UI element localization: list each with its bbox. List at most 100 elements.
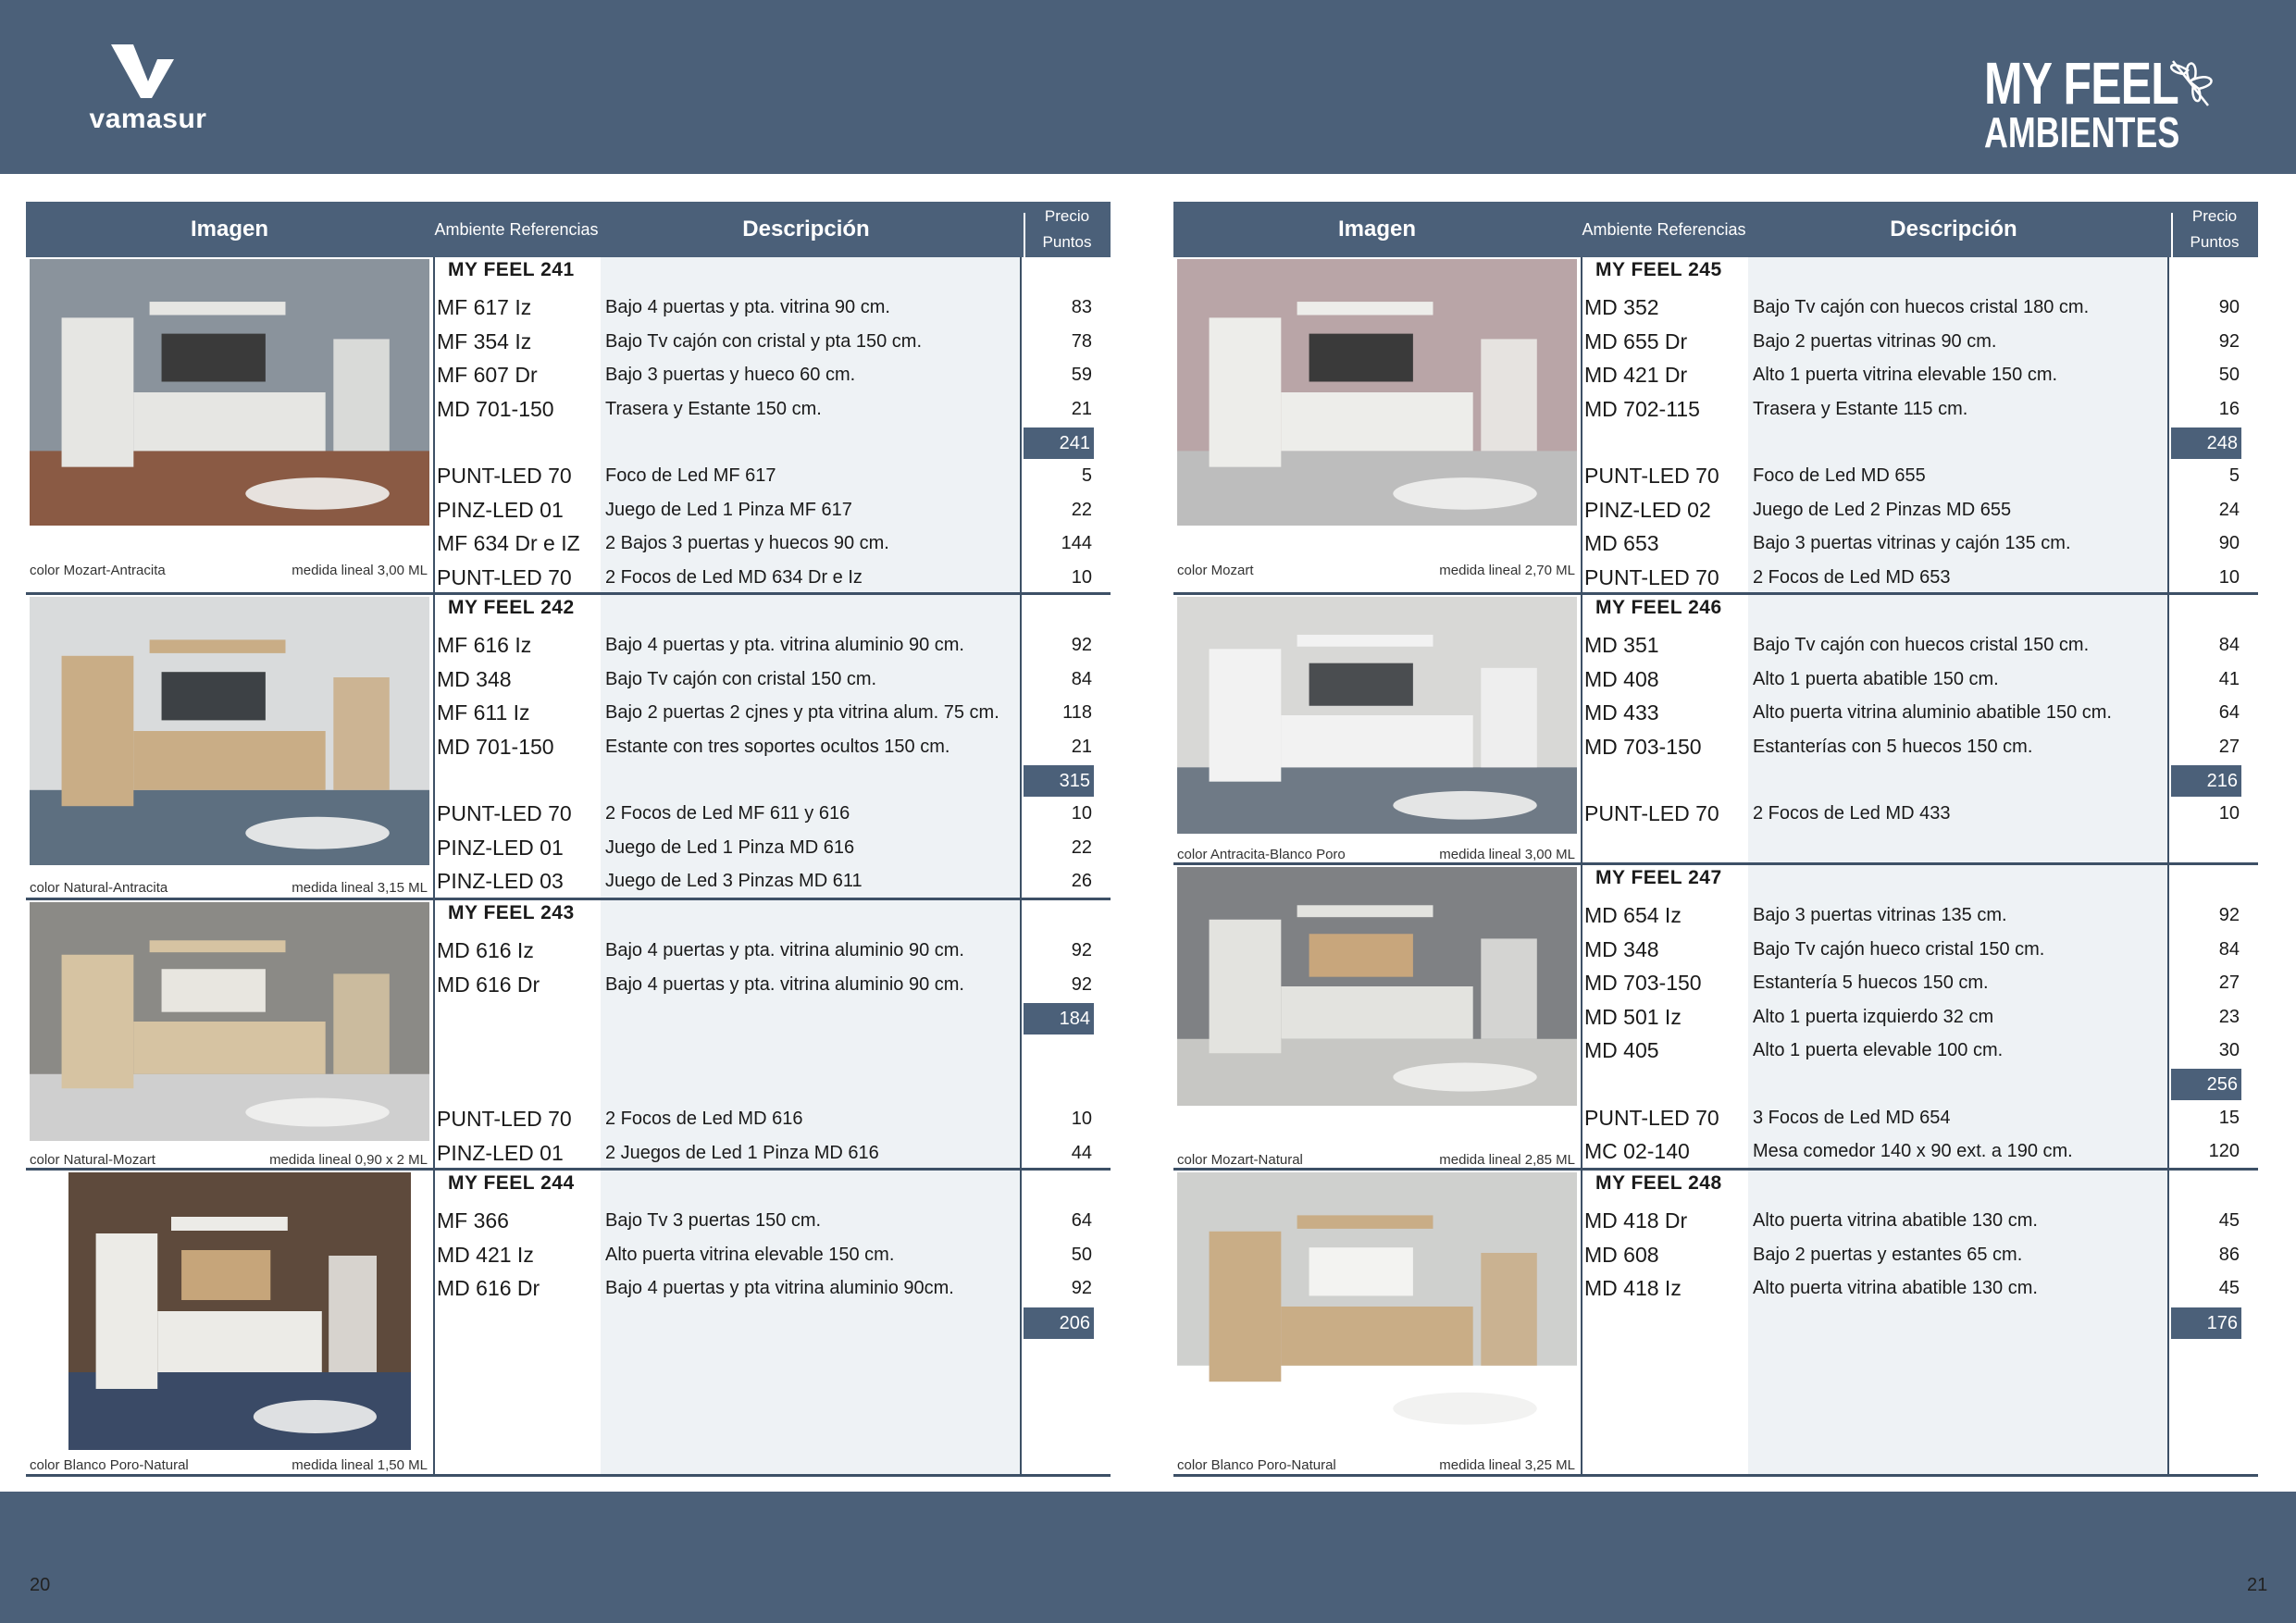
extra-ref: PUNT-LED 70	[437, 564, 572, 589]
group-title: MY FEEL 243	[448, 902, 575, 923]
group-total: 206	[1024, 1307, 1094, 1339]
group-total: 216	[2171, 765, 2241, 797]
item-row: MF 617 Iz Bajo 4 puertas y pta. vitrina 9…	[26, 291, 1111, 324]
item-row: MF 354 Iz Bajo Tv cajón con cristal y pta…	[26, 325, 1111, 358]
item-ref: MD 616 Iz	[437, 938, 534, 963]
extra-row: PUNT-LED 70 2 Focos de Led MD 616 10	[26, 1102, 1111, 1135]
extra-row: PUNT-LED 70 Foco de Led MF 617 5	[26, 459, 1111, 492]
extra-desc: Foco de Led MF 617	[605, 465, 776, 487]
item-row: MD 433 Alto puerta vitrina aluminio abati…	[1173, 696, 2258, 729]
item-ref: MD 351	[1584, 633, 1659, 658]
series-subtitle: AMBIENTES	[1984, 108, 2180, 156]
extra-desc: 2 Bajos 3 puertas y huecos 90 cm.	[605, 533, 889, 554]
extra-price: 144	[1061, 533, 1092, 554]
item-ref: MF 611 Iz	[437, 700, 530, 725]
item-price: 92	[1071, 635, 1092, 656]
table-header: Imagen Ambiente Referencias Descripción …	[26, 202, 1111, 257]
header-separator	[1024, 213, 1025, 257]
product-group: color Natural-Mozart medida lineal 0,90 x…	[26, 900, 1111, 1171]
item-row: MD 421 Iz Alto puerta vitrina elevable 15…	[26, 1238, 1111, 1271]
header-image: Imagen	[1337, 217, 1417, 242]
group-total: 184	[1024, 1003, 1094, 1035]
extra-ref: PINZ-LED 01	[437, 1140, 564, 1165]
extra-row: MF 634 Dr e IZ 2 Bajos 3 puertas y huecos…	[26, 527, 1111, 560]
item-price: 21	[1071, 736, 1092, 757]
extra-row: PUNT-LED 70 3 Focos de Led MD 654 15	[1173, 1101, 2258, 1134]
item-desc: Bajo 3 puertas y hueco 60 cm.	[605, 365, 856, 386]
item-ref: MD 655 Dr	[1584, 328, 1688, 353]
item-price: 118	[1062, 702, 1092, 724]
item-ref: MD 701-150	[437, 396, 554, 421]
extra-ref: PUNT-LED 70	[437, 801, 572, 826]
extra-desc: Juego de Led 3 Pinzas MD 611	[605, 871, 863, 892]
header-description: Descripción	[742, 217, 870, 242]
item-ref: MD 616 Dr	[437, 1276, 540, 1301]
item-ref: MD 348	[1584, 936, 1659, 961]
item-desc: Bajo 2 puertas 2 cjnes y pta vitrina alu…	[605, 702, 999, 724]
item-desc: Estanterías con 5 huecos 150 cm.	[1753, 736, 2033, 757]
item-ref: MD 616 Dr	[437, 972, 540, 997]
item-ref: MF 354 Iz	[437, 328, 532, 353]
group-title: MY FEEL 246	[1595, 597, 1722, 618]
extra-ref: PUNT-LED 70	[1584, 564, 1719, 589]
item-ref: MD 408	[1584, 666, 1659, 691]
item-row: MD 352 Bajo Tv cajón con huecos cristal 1…	[1173, 291, 2258, 324]
header-refs: Ambiente Referencias	[1582, 219, 1746, 239]
item-row: MD 348 Bajo Tv cajón hueco cristal 150 cm…	[1173, 933, 2258, 966]
item-ref: MF 607 Dr	[437, 363, 538, 388]
extra-desc: Juego de Led 2 Pinzas MD 655	[1753, 499, 2012, 520]
extra-desc: 2 Juegos de Led 1 Pinza MD 616	[605, 1142, 879, 1163]
item-price: 92	[1071, 973, 1092, 995]
extra-ref: PUNT-LED 70	[437, 1107, 572, 1132]
item-row: MD 616 Iz Bajo 4 puertas y pta. vitrina a…	[26, 934, 1111, 967]
item-row: MD 703-150 Estanterías con 5 huecos 150 c…	[1173, 730, 2258, 763]
extra-desc: 2 Focos de Led MD 433	[1753, 803, 1951, 824]
brand-logo: vamasur	[74, 44, 222, 137]
item-row: MD 702-115 Trasera y Estante 115 cm. 16	[1173, 392, 2258, 426]
vamasur-v-icon	[111, 44, 174, 98]
item-price: 27	[2218, 973, 2240, 994]
item-desc: Alto 1 puerta vitrina elevable 150 cm.	[1753, 365, 2058, 386]
item-ref: MD 501 Iz	[1584, 1004, 1682, 1029]
item-desc: Alto puerta vitrina abatible 130 cm.	[1753, 1278, 2038, 1299]
group-title: MY FEEL 244	[448, 1172, 575, 1194]
extra-price: 10	[2218, 803, 2240, 824]
extra-price: 120	[2208, 1141, 2240, 1162]
brand-name: vamasur	[89, 104, 207, 134]
item-row: MD 608 Bajo 2 puertas y estantes 65 cm. 86	[1173, 1238, 2258, 1271]
item-price: 92	[2218, 330, 2240, 352]
product-group: color Mozart medida lineal 2,70 ML MY FEEL…	[1173, 257, 2258, 595]
item-desc: Bajo 3 puertas vitrinas 135 cm.	[1753, 905, 2007, 926]
item-desc: Bajo Tv cajón con cristal y pta 150 cm.	[605, 330, 923, 352]
extra-desc: Mesa comedor 140 x 90 ext. a 190 cm.	[1753, 1141, 2073, 1162]
item-row: MD 616 Dr Bajo 4 puertas y pta. vitrina a…	[26, 968, 1111, 1001]
extra-desc: Juego de Led 1 Pinza MF 617	[605, 499, 852, 520]
extra-price: 10	[2218, 566, 2240, 588]
item-desc: Alto 1 puerta elevable 100 cm.	[1753, 1040, 2004, 1060]
item-price: 84	[2218, 635, 2240, 656]
group-title: MY FEEL 241	[448, 259, 575, 280]
item-desc: Bajo 4 puertas y pta. vitrina aluminio 9…	[605, 973, 964, 995]
item-price: 92	[1071, 940, 1092, 961]
item-price: 90	[2218, 297, 2240, 318]
group-title: MY FEEL 242	[448, 597, 575, 618]
product-group: color Mozart-Natural medida lineal 2,85 M…	[1173, 865, 2258, 1171]
extra-row: PUNT-LED 70 2 Focos de Led MD 634 Dr e Iz…	[26, 561, 1111, 594]
extra-desc: Bajo 3 puertas vitrinas y cajón 135 cm.	[1753, 533, 2071, 554]
item-desc: Bajo Tv cajón con huecos cristal 150 cm.	[1753, 635, 2090, 656]
item-price: 16	[2218, 398, 2240, 419]
item-ref: MD 703-150	[1584, 734, 1702, 759]
color-label: color Blanco Poro-Natural	[1177, 1457, 1336, 1473]
extra-price: 90	[2218, 533, 2240, 554]
extra-ref: PINZ-LED 01	[437, 497, 564, 522]
extra-row: PINZ-LED 01 Juego de Led 1 Pinza MF 617 22	[26, 493, 1111, 527]
color-label: color Antracita-Blanco Poro	[1177, 847, 1346, 862]
item-desc: Alto 1 puerta abatible 150 cm.	[1753, 668, 1999, 689]
item-row: MD 351 Bajo Tv cajón con huecos cristal 1…	[1173, 628, 2258, 662]
extra-price: 10	[1071, 803, 1092, 824]
extra-row: MD 653 Bajo 3 puertas vitrinas y cajón 13…	[1173, 527, 2258, 560]
extra-ref: PINZ-LED 02	[1584, 497, 1711, 522]
item-desc: Bajo 2 puertas vitrinas 90 cm.	[1753, 330, 1997, 352]
item-ref: MF 616 Iz	[437, 633, 532, 658]
item-ref: MD 348	[437, 666, 512, 691]
